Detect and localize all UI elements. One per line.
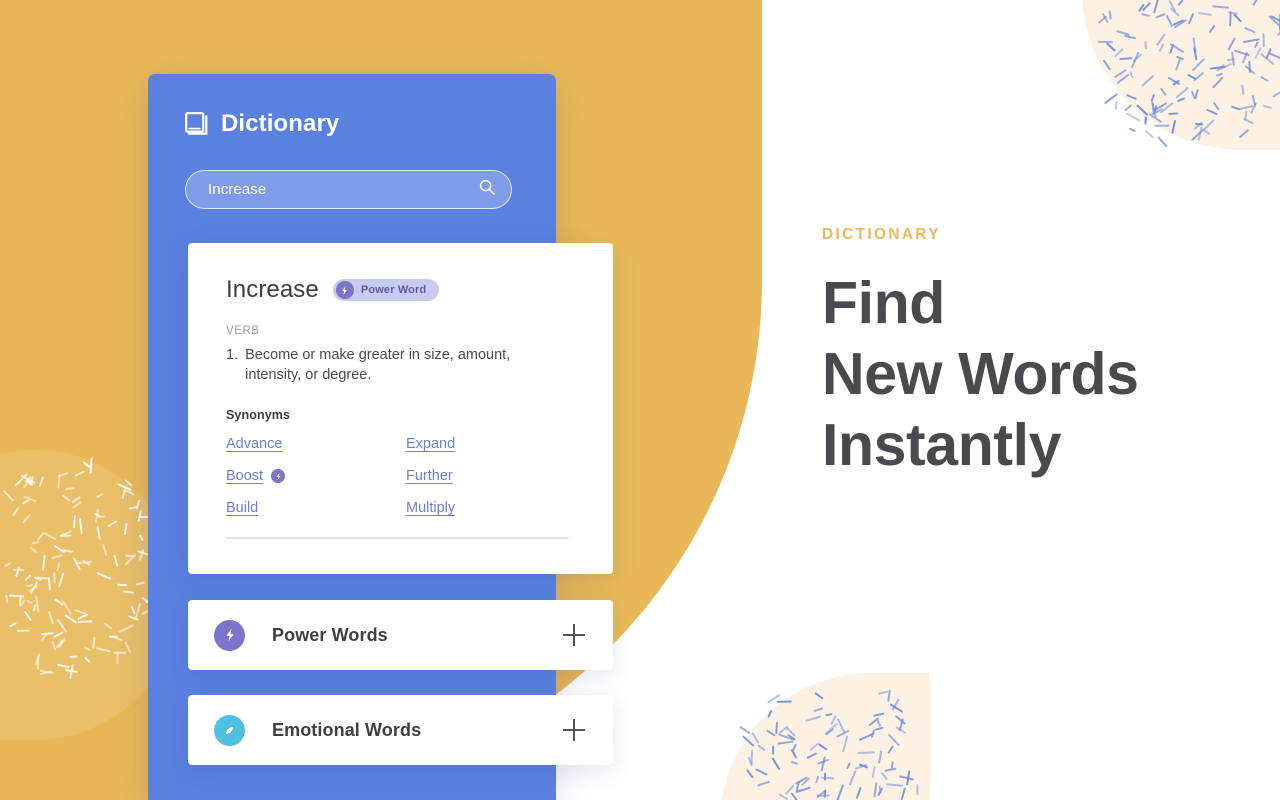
synonym-item[interactable]: Build [226,500,406,516]
hero-headline: Find New Words Instantly [822,268,1242,481]
book-icon [185,111,208,137]
hero-section: DICTIONARY Find New Words Instantly [822,226,1242,481]
synonym-link[interactable]: Further [406,468,453,484]
synonym-item[interactable]: Further [406,468,577,484]
droplet-icon [214,714,245,746]
part-of-speech: VERB [226,325,260,337]
synonym-link[interactable]: Boost [226,468,263,484]
synonym-link[interactable]: Expand [406,436,455,452]
synonym-link[interactable]: Build [226,500,258,516]
page-root: Dictionary Increase Increase Power Word … [0,0,1280,800]
expand-icon[interactable] [563,719,585,741]
app-title: Dictionary [221,110,340,137]
hero-headline-line-2: New Words [822,341,1139,407]
accordion-label: Power Words [272,624,388,645]
power-word-badge-label: Power Word [360,284,427,296]
search-icon[interactable] [479,179,495,200]
card-divider [226,537,569,539]
cream-shape-top-right [1082,0,1280,150]
power-word-badge: Power Word [332,279,440,301]
word-row: Increase Power Word [226,276,577,304]
definition-sense: 1. Become or make greater in size, amoun… [226,346,577,385]
synonym-link[interactable]: Multiply [406,500,455,516]
lightning-bolt-icon [335,281,354,299]
search-input[interactable]: Increase [185,170,512,209]
synonym-link[interactable]: Advance [226,436,282,452]
accordion-row-emotional-words[interactable]: Emotional Words [188,695,613,765]
sense-number: 1. [226,347,239,363]
word-headword: Increase [226,276,319,303]
lightning-bolt-icon [214,619,245,651]
search-input-value: Increase [208,181,267,198]
definition-card: Increase Power Word VERB 1. Become or ma… [188,243,613,574]
expand-icon[interactable] [563,624,585,646]
cream-shape-bottom-right [720,673,930,800]
lightning-bolt-icon [271,469,286,483]
app-header: Dictionary [185,110,339,138]
hero-eyebrow: DICTIONARY [822,226,941,243]
synonyms-grid: Advance Expand Boost Further Build Multi… [226,436,577,516]
hero-headline-line-1: Find [822,270,945,336]
hero-headline-line-3: Instantly [822,412,1061,478]
synonyms-heading: Synonyms [226,408,291,422]
synonym-item[interactable]: Multiply [406,500,577,516]
synonym-item[interactable]: Expand [406,436,577,452]
synonym-item[interactable]: Advance [226,436,406,452]
synonym-item[interactable]: Boost [226,468,406,484]
accordion-label: Emotional Words [272,719,422,740]
sense-text: Become or make greater in size, amount, … [245,347,511,383]
accordion-row-power-words[interactable]: Power Words [188,600,613,670]
